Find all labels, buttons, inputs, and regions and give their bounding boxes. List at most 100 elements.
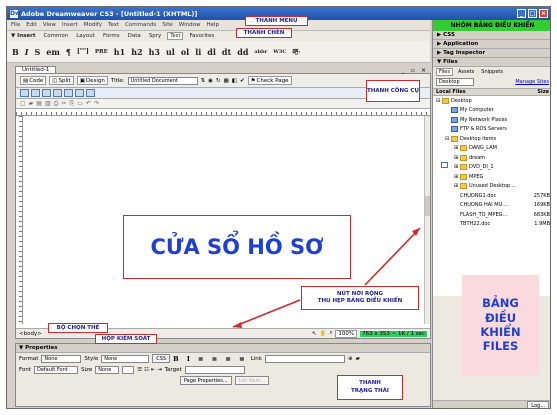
scrollbar-thumb[interactable] [425, 196, 430, 216]
tab-layout[interactable]: Layout [74, 33, 97, 39]
paste-icon[interactable]: ▭ [77, 100, 83, 107]
document-scrollbar[interactable] [424, 116, 430, 324]
menu-text[interactable]: Text [108, 22, 119, 28]
file-tree-item[interactable]: CHUONG HAI MU... 169KB [433, 162, 550, 211]
file-tree-item[interactable]: ⊞ dream [433, 153, 550, 163]
select-tool-icon[interactable]: ↖ [312, 331, 317, 337]
local-files-header[interactable]: Local Files [436, 89, 466, 95]
save-icon[interactable]: ▤ [36, 100, 42, 107]
file-tree-item[interactable]: My Computer [433, 106, 550, 116]
menu-edit[interactable]: Edit [26, 22, 37, 28]
pre-button[interactable]: PRE [95, 49, 108, 55]
link-target-icon[interactable]: ⊕ [348, 356, 353, 362]
link-input[interactable] [264, 354, 345, 363]
menu-file[interactable]: File [11, 22, 20, 28]
panel-tag-inspector[interactable]: ▶ Tag Inspector [433, 49, 550, 58]
panel-css[interactable]: ▶ CSS [433, 31, 550, 40]
check-page-button[interactable]: ⚑ Check Page [247, 76, 292, 85]
print-icon[interactable]: ⎙ [54, 100, 59, 108]
menu-insert[interactable]: Insert [62, 22, 78, 28]
style-select[interactable]: None [101, 354, 150, 363]
tab-spry[interactable]: Spry [147, 33, 164, 39]
tab-text[interactable]: Text [167, 32, 184, 40]
file-tree-item[interactable]: FLASH_TO_MPEG... 683KB [433, 162, 550, 220]
size-select[interactable]: None [95, 365, 120, 374]
panel-application[interactable]: ▶ Application [433, 40, 550, 49]
frame-icon[interactable] [42, 89, 51, 97]
menu-help[interactable]: Help [206, 22, 219, 28]
zoom-tool-icon[interactable]: ⌕ [329, 330, 332, 337]
tab-data[interactable]: Data [126, 33, 143, 39]
bold-button[interactable]: B [12, 47, 19, 57]
browse-folder-icon[interactable]: ▰ [356, 356, 360, 362]
insert-bar-title[interactable]: ▼ Insert [9, 33, 37, 39]
window-size-readout[interactable]: 763 x 353 ~ 1K / 1 sec [360, 330, 427, 337]
file-tree-item[interactable]: CHUONG1.doc 257KB [433, 162, 550, 201]
document-window-controls[interactable]: _ ▫ × [402, 67, 428, 74]
manage-sites-link[interactable]: Manage Sites [515, 79, 549, 85]
tag-selector[interactable]: <body> [19, 331, 42, 337]
date-icon[interactable] [75, 89, 84, 97]
target-select[interactable] [184, 365, 245, 374]
preview-browser-icon[interactable]: ◉ [208, 78, 213, 84]
file-tree-item[interactable]: TBTH22.doc 1.9MB [433, 162, 550, 230]
refresh-icon[interactable]: ↻ [216, 78, 221, 84]
alignment-button-group[interactable]: B I ≡ ≡ ≡ ≡ [173, 355, 248, 363]
hand-tool-icon[interactable]: ✋ [319, 331, 326, 337]
menu-view[interactable]: View [43, 22, 56, 28]
view-options-icon[interactable]: ▦ [224, 78, 229, 84]
document-title-input[interactable]: Untitled Document [127, 76, 198, 85]
design-view-button[interactable]: ▣ Design [76, 76, 108, 85]
new-icon[interactable]: ▢ [20, 100, 26, 107]
tab-files[interactable]: Files [436, 67, 453, 76]
undo-icon[interactable]: ↶ [86, 100, 91, 107]
font-select[interactable]: Default Font [33, 365, 78, 374]
h3-button[interactable]: h3 [149, 47, 160, 57]
file-tree-item[interactable]: ⊟ Desktop items [433, 134, 550, 144]
ol-button[interactable]: ol [181, 47, 189, 57]
save-all-icon[interactable]: ▥ [45, 100, 51, 107]
characters-button[interactable]: 吧· [292, 47, 300, 56]
size-header[interactable]: Size [537, 89, 549, 95]
file-tree-item[interactable]: ⊟ Desktop [433, 96, 550, 106]
em-button[interactable]: em [46, 47, 60, 57]
dt-button[interactable]: dt [222, 47, 231, 57]
file-tree-item[interactable]: FTP & RDS Servers [433, 125, 550, 135]
li-button[interactable]: li [195, 47, 201, 57]
log-button[interactable]: Log... [527, 401, 549, 408]
visual-aids-icon[interactable]: ◧ [232, 78, 237, 84]
file-tree-item[interactable]: My Network Places [433, 115, 550, 125]
tab-favorites[interactable]: Favorites [187, 33, 216, 39]
code-view-button[interactable]: ▤ Code [20, 76, 47, 85]
panel-files[interactable]: ▼ Files [433, 58, 550, 67]
image-icon[interactable] [53, 89, 62, 97]
ul-button[interactable]: ul [166, 47, 175, 57]
page-properties-button[interactable]: Page Properties... [179, 376, 232, 385]
paragraph-button[interactable]: ¶ [66, 47, 71, 57]
menu-commands[interactable]: Commands [125, 22, 156, 28]
h1-button[interactable]: h1 [114, 47, 125, 57]
file-tree-item[interactable]: ⊞ DVD_DI_1 [433, 163, 550, 173]
site-select[interactable]: Desktop [436, 78, 474, 86]
file-management-icon[interactable]: ⇅ [201, 78, 206, 84]
blockquote-button[interactable]: [""] [77, 48, 89, 55]
copy-icon[interactable]: ⎘ [69, 100, 74, 108]
close-button[interactable]: × [539, 9, 548, 18]
tab-assets[interactable]: Assets [456, 69, 476, 75]
h2-button[interactable]: h2 [131, 47, 142, 57]
menu-site[interactable]: Site [162, 22, 173, 28]
tab-snippets[interactable]: Snippets [479, 69, 505, 75]
dd-button[interactable]: dd [237, 47, 248, 57]
strong-button[interactable]: S [35, 47, 41, 57]
file-tree-item[interactable]: ⊞ DANG_LAM [433, 144, 550, 154]
table-icon[interactable] [20, 89, 29, 97]
properties-header[interactable]: ▼ Properties [16, 344, 430, 353]
template-icon[interactable] [86, 89, 95, 97]
cut-icon[interactable]: ✂ [61, 100, 66, 107]
redo-icon[interactable]: ↷ [94, 100, 99, 107]
tab-common[interactable]: Common [41, 33, 70, 39]
menu-modify[interactable]: Modify [84, 22, 102, 28]
list-item-button[interactable]: List Item... [234, 376, 270, 385]
abbr-button[interactable]: abbr [254, 49, 267, 55]
zoom-select[interactable]: 100% [335, 329, 358, 338]
